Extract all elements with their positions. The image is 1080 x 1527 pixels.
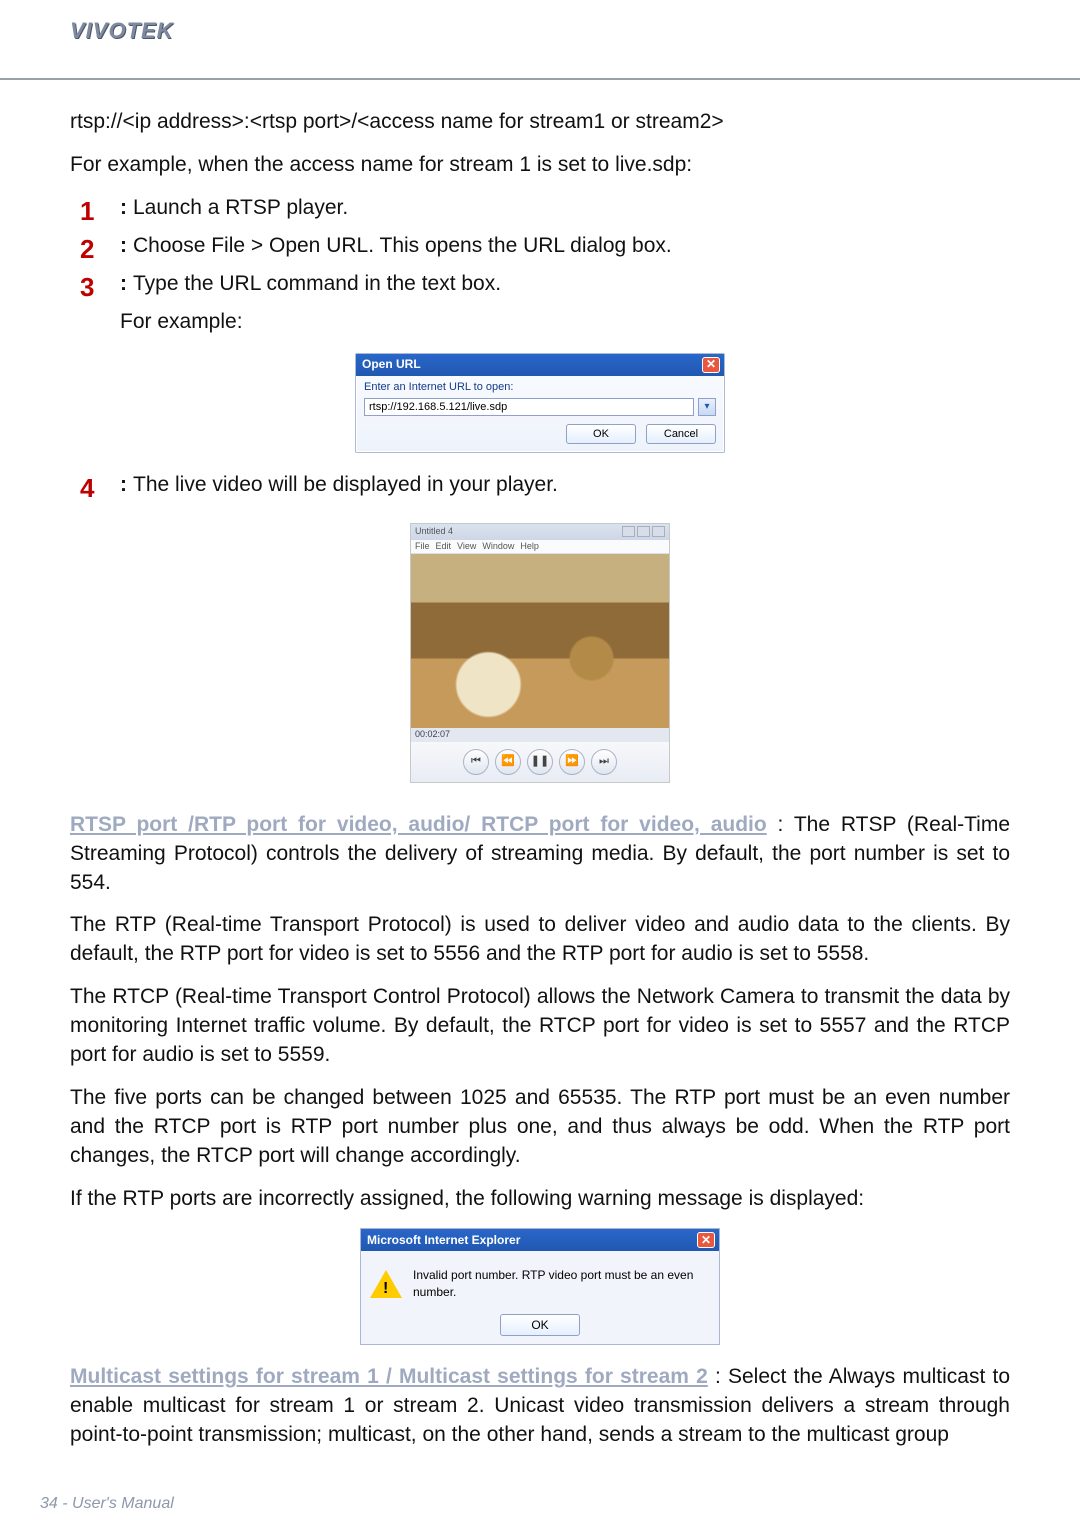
step-4: 4 : The live video will be displayed in y… <box>80 471 1010 507</box>
warning-message: Invalid port number. RTP video port must… <box>413 1267 709 1300</box>
maximize-icon[interactable] <box>637 526 650 537</box>
minimize-icon[interactable] <box>622 526 635 537</box>
step-separator: : <box>120 196 127 219</box>
close-icon[interactable]: ✕ <box>697 1232 715 1248</box>
step-4-text: The live video will be displayed in your… <box>133 473 558 496</box>
page-header: VIVOTEK <box>0 0 1080 80</box>
section-heading-rtsp: RTSP port /RTP port for video, audio/ RT… <box>70 813 767 836</box>
player-title: Untitled 4 <box>415 525 453 537</box>
brand-logo: VIVOTEK <box>70 18 1080 44</box>
ok-button[interactable]: OK <box>566 424 636 444</box>
menu-window[interactable]: Window <box>482 540 514 552</box>
url-input[interactable] <box>364 398 694 416</box>
skip-forward-icon[interactable]: ⏭ <box>591 749 617 775</box>
player-video-area <box>411 554 669 728</box>
menu-view[interactable]: View <box>457 540 476 552</box>
step-number: 1 <box>80 194 120 230</box>
body-content: rtsp://<ip address>:<rtsp port>/<access … <box>0 80 1080 1450</box>
example-intro: For example, when the access name for st… <box>70 151 1010 180</box>
chevron-down-icon[interactable]: ▾ <box>698 398 716 416</box>
rtp-paragraph: The RTP (Real-time Transport Protocol) i… <box>70 911 1010 969</box>
step-number: 4 <box>80 471 120 507</box>
step-3-sub: For example: <box>120 308 1010 337</box>
player-menubar: File Edit View Window Help <box>411 540 669 554</box>
step-3: 3 : Type the URL command in the text box. <box>80 270 1010 306</box>
dialog-label: Enter an Internet URL to open: <box>364 380 716 395</box>
rtsp-section: RTSP port /RTP port for video, audio/ RT… <box>70 811 1010 898</box>
steps-list-2: 4 : The live video will be displayed in y… <box>80 471 1010 507</box>
pause-icon[interactable]: ❚❚ <box>527 749 553 775</box>
cancel-button[interactable]: Cancel <box>646 424 716 444</box>
step-3-text: Type the URL command in the text box. <box>133 272 501 295</box>
multicast-section: Multicast settings for stream 1 / Multic… <box>70 1363 1010 1450</box>
close-icon[interactable]: ✕ <box>702 357 720 373</box>
warning-dialog: Microsoft Internet Explorer ✕ Invalid po… <box>360 1228 720 1345</box>
step-number: 3 <box>80 270 120 306</box>
page-footer: 34 - User's Manual <box>40 1495 174 1513</box>
ok-button[interactable]: OK <box>500 1314 580 1336</box>
player-timecode: 00:02:07 <box>411 728 669 742</box>
warning-title: Microsoft Internet Explorer <box>367 1232 520 1249</box>
dialog-titlebar: Microsoft Internet Explorer ✕ <box>361 1229 719 1251</box>
skip-back-icon[interactable]: ⏮ <box>463 749 489 775</box>
dialog-titlebar: Open URL ✕ <box>356 354 724 376</box>
menu-help[interactable]: Help <box>520 540 539 552</box>
close-icon[interactable] <box>652 526 665 537</box>
menu-edit[interactable]: Edit <box>436 540 452 552</box>
warning-intro: If the RTP ports are incorrectly assigne… <box>70 1185 1010 1214</box>
step-1-text: Launch a RTSP player. <box>133 196 348 219</box>
section-heading-multicast: Multicast settings for stream 1 / Multic… <box>70 1365 708 1388</box>
video-player: Untitled 4 File Edit View Window Help 00… <box>410 523 670 783</box>
step-number: 2 <box>80 232 120 268</box>
dialog-title: Open URL <box>362 356 421 373</box>
step-2-text: Choose File > Open URL. This opens the U… <box>133 234 672 257</box>
steps-list: 1 : Launch a RTSP player. 2 : Choose File … <box>80 194 1010 337</box>
rewind-icon[interactable]: ⏪ <box>495 749 521 775</box>
rtcp-paragraph: The RTCP (Real-time Transport Control Pr… <box>70 983 1010 1070</box>
five-ports-paragraph: The five ports can be changed between 10… <box>70 1084 1010 1171</box>
warning-icon <box>371 1269 401 1299</box>
step-1: 1 : Launch a RTSP player. <box>80 194 1010 230</box>
rtsp-url-pattern: rtsp://<ip address>:<rtsp port>/<access … <box>70 108 1010 137</box>
step-separator: : <box>120 234 127 257</box>
menu-file[interactable]: File <box>415 540 430 552</box>
fast-forward-icon[interactable]: ⏩ <box>559 749 585 775</box>
step-separator: : <box>120 272 127 295</box>
step-2: 2 : Choose File > Open URL. This opens th… <box>80 232 1010 268</box>
step-separator: : <box>120 473 127 496</box>
player-controls: ⏮ ⏪ ❚❚ ⏩ ⏭ <box>411 742 669 782</box>
open-url-dialog: Open URL ✕ Enter an Internet URL to open… <box>355 353 725 453</box>
